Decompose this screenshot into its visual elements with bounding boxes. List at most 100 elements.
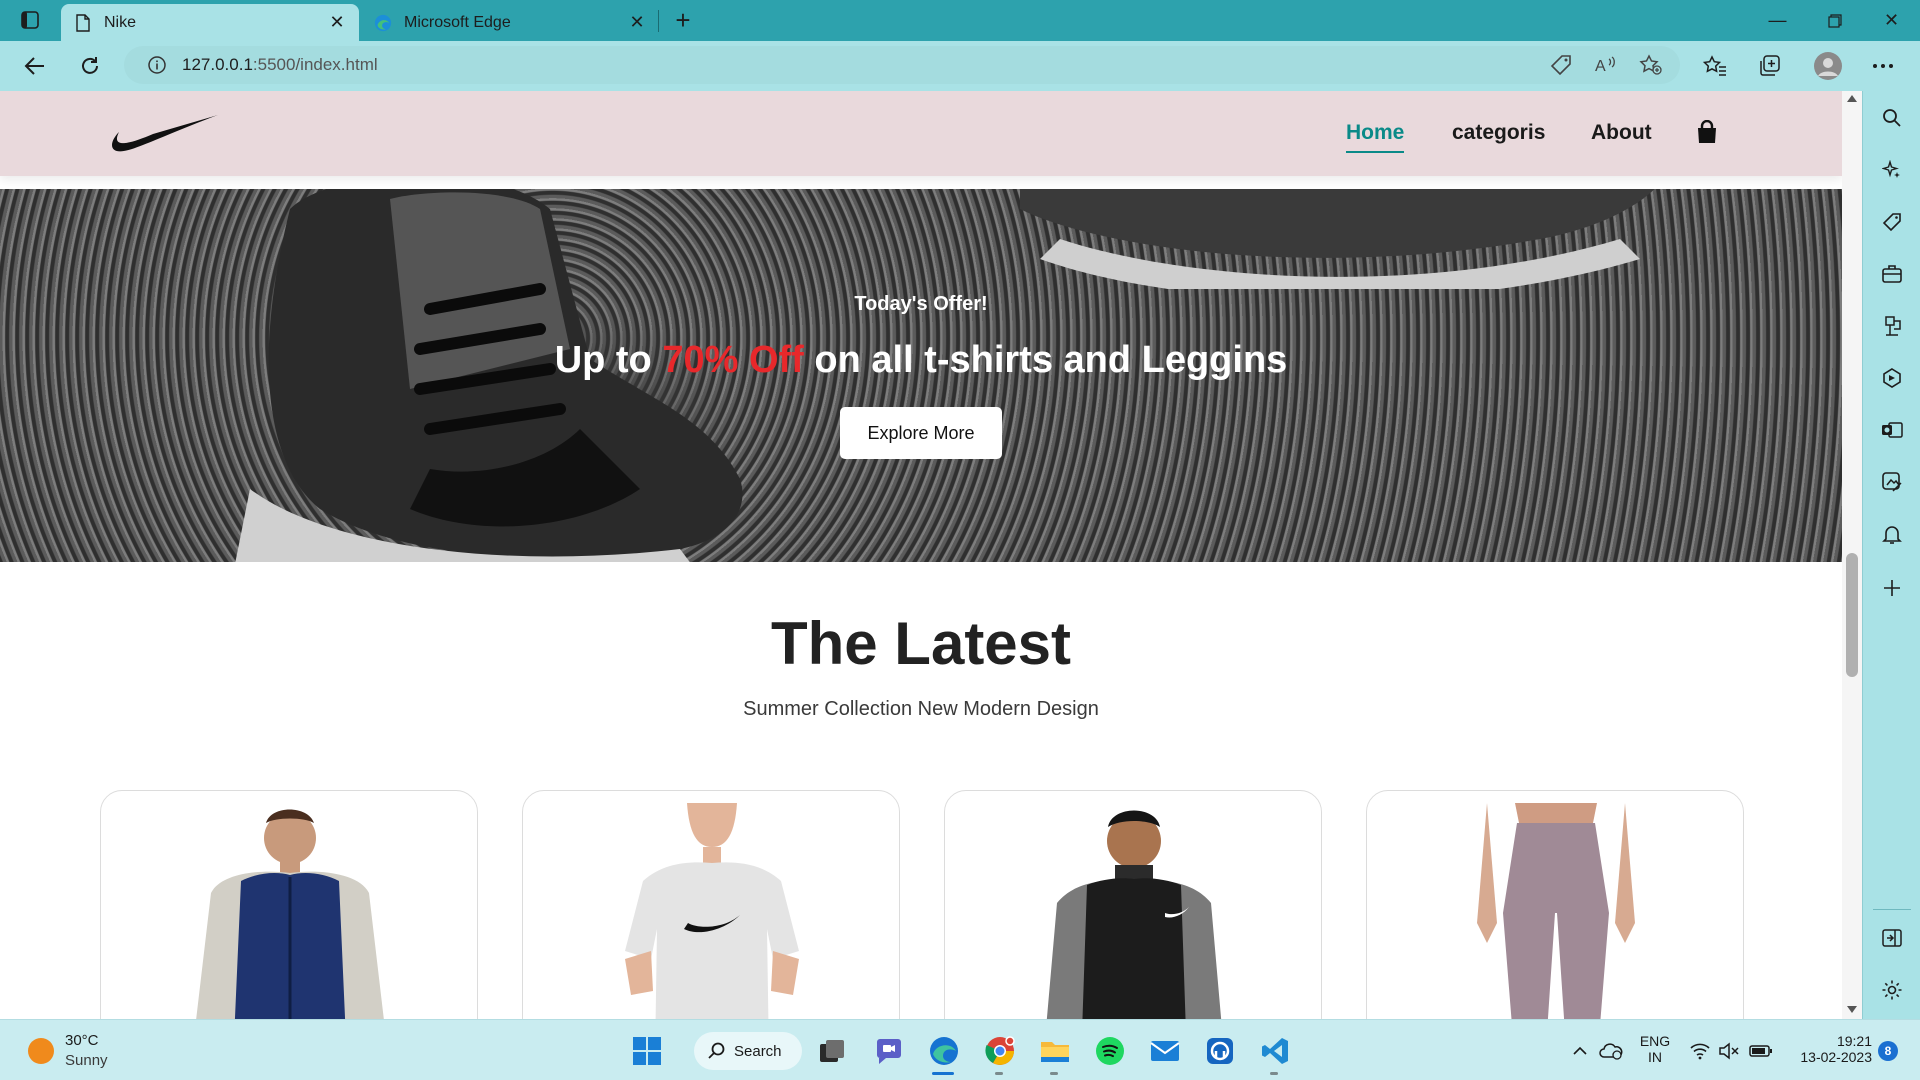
games-icon[interactable] [1879,313,1905,339]
file-explorer-icon[interactable] [1038,1034,1072,1068]
clock-date: 13-02-2023 [1800,1049,1872,1065]
close-tab-icon[interactable]: ✕ [327,12,347,33]
app-icon[interactable] [1203,1034,1237,1068]
product-card[interactable] [944,790,1322,1019]
edge-sidebar [1862,91,1920,1019]
spotify-icon[interactable] [1093,1034,1127,1068]
minimize-icon[interactable]: — [1749,0,1806,41]
nav-home[interactable]: Home [1346,121,1405,153]
notification-count-badge[interactable]: 8 [1878,1041,1898,1061]
discover-sparkle-icon[interactable] [1879,157,1905,183]
nike-swoosh-logo[interactable] [110,113,220,157]
nav-categories[interactable]: categoris [1452,121,1545,145]
black-jacket-product-image [1046,810,1222,1019]
weather-temperature[interactable]: 30°C [65,1032,99,1049]
address-bar[interactable]: 127.0.0.1:5500/index.html [124,46,1680,84]
tab-title: Nike [104,13,137,31]
language-indicator[interactable]: ENG IN [1636,1033,1674,1065]
site-info-icon[interactable] [146,54,168,76]
vest-jacket-product-image [196,809,384,1019]
teams-chat-icon[interactable] [872,1034,906,1068]
product-card[interactable] [522,790,900,1019]
url-text: 127.0.0.1:5500/index.html [182,55,378,74]
profile-avatar[interactable] [1811,49,1845,83]
section-title: The Latest [770,610,1072,677]
battery-icon[interactable] [1744,1034,1778,1068]
nav-about[interactable]: About [1591,121,1652,145]
notifications-bell-icon[interactable] [1879,521,1905,547]
scroll-down-arrow-icon[interactable] [1847,1006,1857,1013]
mauve-leggings-product-image [1477,803,1635,1019]
hero-offer-text: Today's Offer! [854,293,988,315]
tab-separator [658,10,659,32]
running-indicator [932,1072,954,1075]
add-favorite-icon[interactable] [1638,52,1664,78]
shopping-bag-icon[interactable] [1696,120,1718,144]
outlook-icon[interactable] [1879,417,1905,443]
task-view-icon[interactable] [815,1034,849,1068]
collections-icon[interactable] [1753,49,1787,83]
hero-discount-highlight: 70% Off [662,339,804,381]
running-indicator [995,1072,1003,1075]
scroll-up-arrow-icon[interactable] [1847,95,1857,102]
tab-actions-icon[interactable] [18,9,42,31]
weather-sun-icon[interactable] [28,1038,54,1064]
section-subtitle: Summer Collection New Modern Design [743,698,1099,720]
product-card[interactable] [1366,790,1744,1019]
mail-icon[interactable] [1148,1034,1182,1068]
read-aloud-icon[interactable]: A [1593,52,1619,78]
vscode-icon[interactable] [1258,1034,1292,1068]
edge-taskbar-icon[interactable] [927,1034,961,1068]
back-icon[interactable] [18,49,52,83]
running-indicator [1050,1072,1058,1075]
add-sidebar-app-icon[interactable] [1879,575,1905,601]
chrome-icon[interactable] [983,1034,1017,1068]
hero-banner: Today's Offer! Up to 70% Off on all t-sh… [0,189,1842,562]
windows-start-icon[interactable] [630,1034,664,1068]
windows-taskbar: 30°C Sunny Search ENG IN 19:21 13-02-202… [0,1019,1920,1080]
designer-icon[interactable] [1879,469,1905,495]
page-scrollbar[interactable] [1842,91,1862,1019]
show-hidden-icons-chevron-icon[interactable] [1563,1034,1597,1068]
tab-nike[interactable]: Nike ✕ [61,4,359,41]
browser-tab-bar: Nike ✕ Microsoft Edge ✕ + — ✕ [0,0,1920,41]
settings-more-icon[interactable] [1866,49,1900,83]
page-icon [74,13,92,33]
scrollbar-thumb[interactable] [1846,553,1858,677]
taskbar-search-label: Search [734,1042,782,1060]
weather-condition[interactable]: Sunny [65,1052,108,1069]
close-window-icon[interactable]: ✕ [1863,0,1920,41]
search-icon [708,1042,725,1059]
sidebar-settings-gear-icon[interactable] [1879,977,1905,1003]
favorites-icon[interactable] [1698,49,1732,83]
site-header: Home categoris About [0,91,1842,176]
sidebar-divider [1873,909,1911,910]
clock-time: 19:21 [1836,1033,1872,1049]
volume-muted-icon[interactable] [1712,1034,1746,1068]
explore-more-button[interactable]: Explore More [840,407,1002,459]
clock[interactable]: 19:21 13-02-2023 [1782,1033,1872,1065]
taskbar-search[interactable]: Search [694,1032,802,1070]
onedrive-cloud-icon[interactable] [1594,1034,1628,1068]
browser-toolbar: 127.0.0.1:5500/index.html A [0,41,1920,91]
web-page: Home categoris About Today's Offer! Up t… [0,91,1842,1019]
tools-briefcase-icon[interactable] [1879,261,1905,287]
refresh-icon[interactable] [73,49,107,83]
tab-microsoft-edge[interactable]: Microsoft Edge ✕ [361,4,659,41]
tab-title: Microsoft Edge [404,13,511,31]
close-tab-icon[interactable]: ✕ [627,12,647,33]
search-icon[interactable] [1879,105,1905,131]
hero-headline: Up to 70% Off on all t-shirts and Leggin… [554,339,1288,381]
sneaker-image-right [1020,189,1655,289]
hide-sidebar-icon[interactable] [1879,925,1905,951]
shopping-tag-icon[interactable] [1879,209,1905,235]
white-tshirt-product-image [625,803,799,1019]
product-card[interactable] [100,790,478,1019]
coupon-icon[interactable] [1548,52,1574,78]
running-indicator [1270,1072,1278,1075]
svg-text:A: A [1595,58,1606,75]
restore-icon[interactable] [1806,0,1863,41]
edge-icon [374,13,392,33]
new-tab-icon[interactable]: + [668,6,698,34]
microsoft-365-icon[interactable] [1879,365,1905,391]
